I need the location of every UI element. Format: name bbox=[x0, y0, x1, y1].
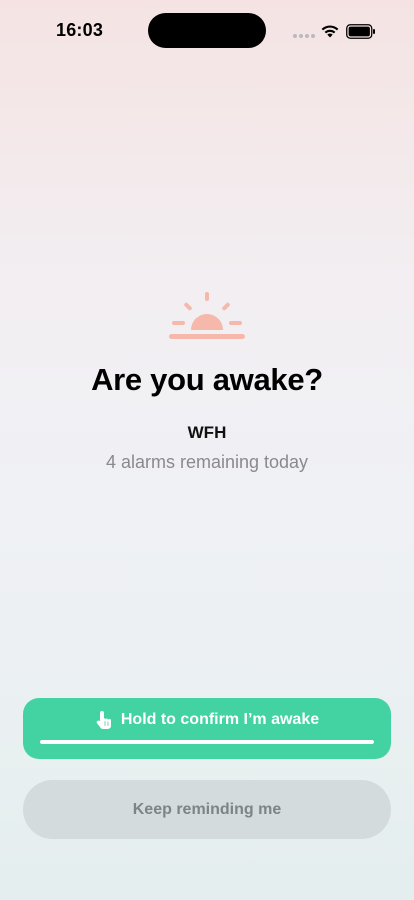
hold-to-confirm-button[interactable]: Hold to confirm I’m awake bbox=[23, 698, 391, 759]
alarms-remaining-text: 4 alarms remaining today bbox=[105, 452, 309, 472]
keep-reminding-button[interactable]: Keep reminding me bbox=[23, 780, 391, 839]
signal-dots-icon bbox=[293, 34, 315, 38]
keep-reminding-label: Keep reminding me bbox=[132, 800, 282, 818]
sunrise-icon bbox=[169, 292, 245, 339]
battery-icon bbox=[346, 24, 375, 39]
dynamic-island bbox=[148, 13, 266, 48]
hold-to-confirm-label: Hold to confirm I’m awake bbox=[120, 711, 320, 728]
status-time: 16:03 bbox=[56, 20, 104, 40]
wifi-icon bbox=[321, 25, 339, 38]
hold-progress-fill bbox=[40, 740, 374, 744]
hold-progress-bar bbox=[40, 740, 374, 744]
page-title: Are you awake? bbox=[91, 362, 323, 397]
hand-tap-icon bbox=[96, 711, 111, 729]
alarm-name: WFH bbox=[187, 423, 227, 442]
status-bar: 16:03 bbox=[0, 0, 414, 60]
